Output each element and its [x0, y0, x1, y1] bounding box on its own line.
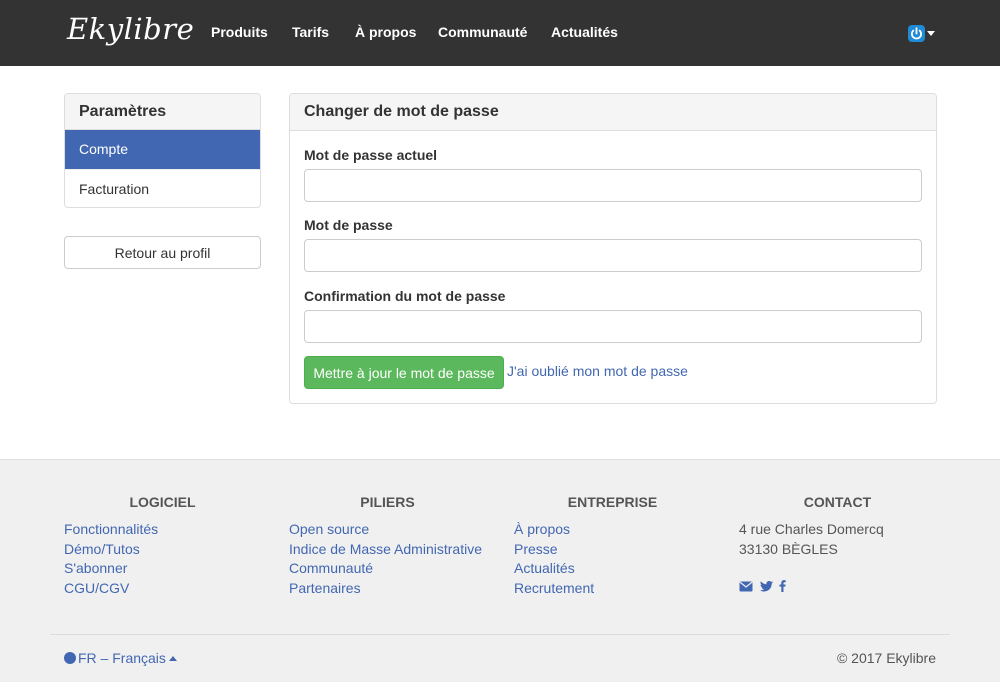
footer-heading: PILIERS — [360, 494, 415, 510]
nav-link-actualites[interactable]: Actualités — [551, 24, 618, 40]
user-menu-toggle[interactable] — [906, 23, 936, 45]
new-password-input[interactable] — [304, 239, 922, 272]
current-password-label: Mot de passe actuel — [304, 147, 438, 163]
back-to-profile-button[interactable]: Retour au profil — [64, 236, 261, 269]
top-navbar: Ekylibre Produits Tarifs À propos Commun… — [0, 0, 1000, 66]
panel-title: Changer de mot de passe — [290, 94, 936, 131]
footer-heading: ENTREPRISE — [567, 494, 658, 510]
sidebar-item-facturation[interactable]: Facturation — [65, 169, 260, 207]
footer-heading: CONTACT — [803, 494, 872, 510]
update-password-button[interactable]: Mettre à jour le mot de passe — [304, 356, 504, 389]
address-line: 4 rue Charles Domercq — [739, 521, 884, 537]
footer-column-contact: CONTACT 4 rue Charles Domercq 33130 BÈGL… — [739, 494, 936, 559]
footer-heading: LOGICIEL — [129, 494, 196, 510]
footer-link[interactable]: Partenaires — [289, 579, 486, 599]
footer-column-piliers: PILIERS Open source Indice de Masse Admi… — [289, 494, 486, 598]
chevron-down-icon — [927, 31, 935, 36]
footer-divider — [50, 634, 950, 635]
footer-column-entreprise: ENTREPRISE À propos Presse Actualités Re… — [514, 494, 711, 598]
footer-link[interactable]: Recrutement — [514, 579, 711, 599]
footer-link[interactable]: Fonctionnalités — [64, 520, 261, 540]
forgot-password-link[interactable]: J'ai oublié mon mot de passe — [507, 363, 688, 379]
nav-link-produits[interactable]: Produits — [211, 24, 268, 40]
confirm-password-label: Confirmation du mot de passe — [304, 288, 506, 304]
brand-logo[interactable]: Ekylibre — [67, 12, 194, 46]
address-line: 33130 BÈGLES — [739, 540, 838, 557]
globe-icon — [64, 652, 76, 664]
nav-link-communaute[interactable]: Communauté — [438, 24, 527, 40]
change-password-panel: Changer de mot de passe Mot de passe act… — [289, 93, 937, 404]
twitter-icon[interactable] — [759, 580, 773, 595]
nav-link-a-propos[interactable]: À propos — [355, 24, 416, 40]
footer-column-logiciel: LOGICIEL Fonctionnalités Démo/Tutos S'ab… — [64, 494, 261, 598]
footer-link[interactable]: Presse — [514, 540, 711, 560]
nav-link-tarifs[interactable]: Tarifs — [292, 24, 329, 40]
footer-link[interactable]: À propos — [514, 520, 711, 540]
footer-link[interactable]: Communauté — [289, 559, 486, 579]
facebook-icon[interactable] — [779, 580, 786, 595]
settings-panel: Paramètres Compte Facturation — [64, 93, 261, 208]
sidebar-item-compte[interactable]: Compte — [65, 130, 260, 169]
confirm-password-input[interactable] — [304, 310, 922, 343]
copyright-text: © 2017 Ekylibre — [836, 650, 936, 666]
chevron-up-icon — [168, 656, 177, 661]
footer-link[interactable]: Actualités — [514, 559, 711, 579]
site-footer: LOGICIEL Fonctionnalités Démo/Tutos S'ab… — [0, 459, 1000, 682]
footer-link[interactable]: Démo/Tutos — [64, 540, 261, 560]
social-links — [739, 580, 789, 595]
language-label: FR – Français — [78, 650, 166, 666]
envelope-icon[interactable] — [739, 580, 753, 595]
current-password-input[interactable] — [304, 169, 922, 202]
footer-link[interactable]: S'abonner — [64, 559, 261, 579]
settings-title: Paramètres — [65, 94, 260, 130]
footer-link[interactable]: Indice de Masse Administrative — [289, 540, 486, 560]
language-selector[interactable]: FR – Français — [64, 650, 177, 666]
power-icon — [908, 25, 925, 42]
new-password-label: Mot de passe — [304, 217, 393, 233]
footer-link[interactable]: Open source — [289, 520, 486, 540]
footer-link[interactable]: CGU/CGV — [64, 579, 261, 599]
